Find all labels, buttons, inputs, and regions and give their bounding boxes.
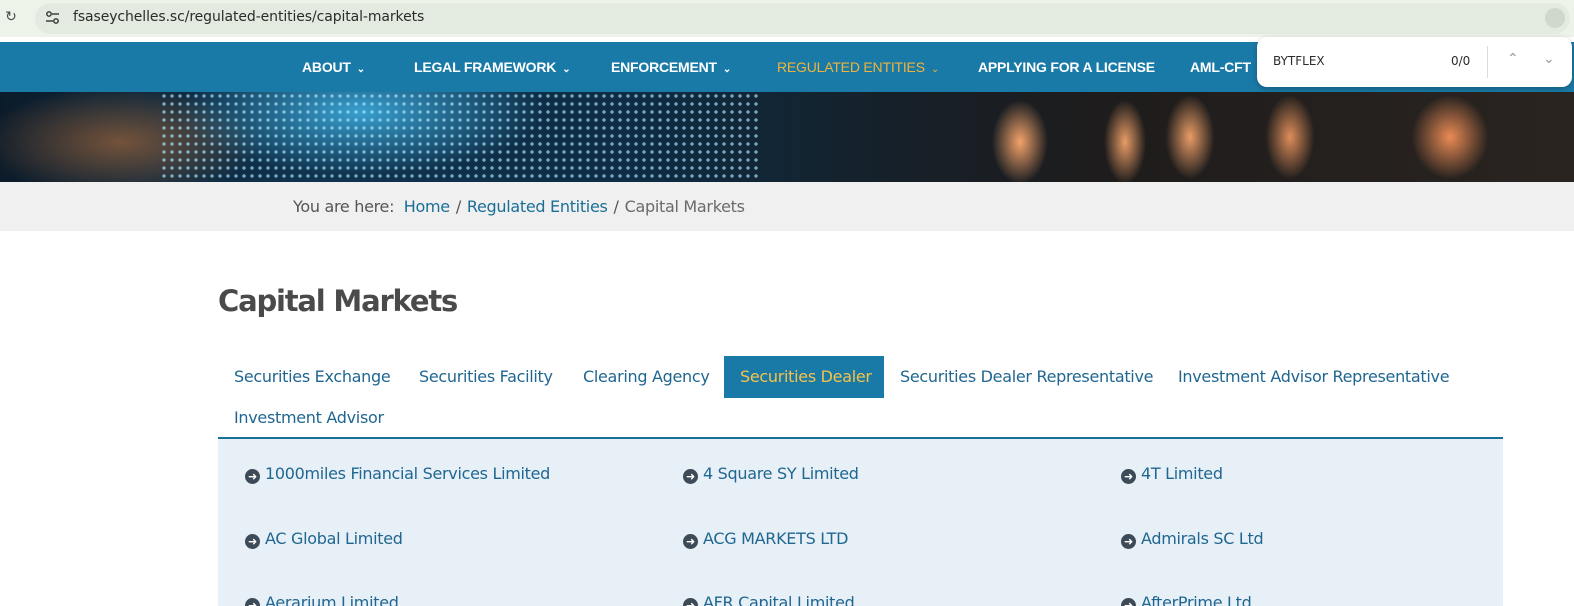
browser-toolbar: ↻ fsaseychelles.sc/regulated-entities/ca… [0, 0, 1574, 37]
chevron-down-icon: ⌄ [722, 64, 732, 75]
list-item[interactable]: ➜ Aerarium Limited [245, 593, 399, 606]
chevron-up-icon[interactable]: ⌃ [1507, 51, 1519, 67]
breadcrumb-home[interactable]: Home [404, 197, 450, 216]
chevron-down-icon[interactable]: ⌄ [1543, 51, 1555, 67]
nav-item-regulated-entities[interactable]: REGULATED ENTITIES ⌄ [777, 59, 939, 75]
entity-name: ACG MARKETS LTD [703, 529, 849, 548]
chevron-down-icon: ⌄ [562, 64, 571, 75]
list-item[interactable]: ➜ Admirals SC Ltd [1121, 529, 1264, 549]
arrow-circle-right-icon: ➜ [245, 534, 260, 549]
arrow-circle-right-icon: ➜ [683, 598, 698, 606]
nav-item-label: LEGAL FRAMEWORK [414, 59, 557, 75]
breadcrumb-prefix: You are here: [293, 197, 395, 216]
list-item[interactable]: ➜ AFR Capital Limited [683, 593, 855, 606]
nav-item-aml-cft[interactable]: AML-CFT [1190, 59, 1251, 75]
entity-name: AC Global Limited [265, 529, 403, 548]
list-item[interactable]: ➜ 4T Limited [1121, 464, 1223, 484]
chevron-down-icon: ⌄ [356, 64, 365, 75]
site-settings-icon[interactable] [44, 9, 62, 27]
list-item[interactable]: ➜ AfterPrime Ltd [1121, 593, 1252, 606]
list-item[interactable]: ➜ ACG MARKETS LTD [683, 529, 848, 549]
chevron-down-icon: ⌄ [930, 64, 940, 75]
arrow-circle-right-icon: ➜ [245, 598, 260, 606]
nav-item-label: REGULATED ENTITIES [777, 59, 925, 75]
arrow-circle-right-icon: ➜ [1121, 469, 1136, 484]
entity-name: 4T Limited [1141, 464, 1223, 483]
breadcrumb-current: Capital Markets [624, 197, 745, 216]
url-text[interactable]: fsaseychelles.sc/regulated-entities/capi… [73, 9, 424, 25]
arrow-circle-right-icon: ➜ [1121, 598, 1136, 606]
breadcrumb-separator: / [455, 197, 461, 216]
entity-name: Aerarium Limited [265, 593, 399, 606]
find-match-count: 0/0 [1451, 54, 1471, 68]
find-in-page-icon[interactable] [1545, 8, 1565, 28]
arrow-circle-right-icon: ➜ [1121, 534, 1136, 549]
breadcrumb: You are here: Home / Regulated Entities / Ca… [293, 197, 745, 216]
nav-item-label: ENFORCEMENT [611, 59, 717, 75]
find-bar: BYTFLEX 0/0 ⌃ ⌄ [1257, 37, 1572, 87]
entity-name: 1000miles Financial Services Limited [265, 464, 551, 483]
tab-securities-exchange[interactable]: Securities Exchange [218, 356, 406, 398]
nav-item-enforcement[interactable]: ENFORCEMENT ⌄ [611, 59, 731, 75]
reload-icon[interactable]: ↻ [3, 9, 19, 25]
entity-name: AfterPrime Ltd [1141, 593, 1252, 606]
tab-clearing-agency[interactable]: Clearing Agency [567, 356, 726, 398]
nav-item-legal-framework[interactable]: LEGAL FRAMEWORK ⌄ [414, 59, 571, 75]
list-item[interactable]: ➜ 4 Square SY Limited [683, 464, 859, 484]
entity-name: Admirals SC Ltd [1141, 529, 1264, 548]
arrow-circle-right-icon: ➜ [245, 469, 260, 484]
find-input[interactable]: BYTFLEX [1273, 54, 1325, 68]
list-item[interactable]: ➜ 1000miles Financial Services Limited [245, 464, 550, 484]
arrow-circle-right-icon: ➜ [683, 469, 698, 484]
arrow-circle-right-icon: ➜ [683, 534, 698, 549]
breadcrumb-separator: / [613, 197, 619, 216]
tab-securities-dealer[interactable]: Securities Dealer [724, 356, 884, 398]
entity-name: 4 Square SY Limited [703, 464, 859, 483]
tab-investment-advisor[interactable]: Investment Advisor [218, 397, 400, 439]
nav-item-applying-for-license[interactable]: APPLYING FOR A LICENSE [978, 59, 1155, 75]
nav-item-label: ABOUT [302, 59, 351, 75]
page-title: Capital Markets [218, 284, 458, 318]
banner-led-pattern [160, 92, 760, 182]
breadcrumb-regulated-entities[interactable]: Regulated Entities [467, 197, 608, 216]
hero-banner-image [0, 92, 1574, 182]
tab-investment-advisor-representative[interactable]: Investment Advisor Representative [1162, 356, 1465, 398]
nav-item-about[interactable]: ABOUT ⌄ [302, 59, 365, 75]
breadcrumb-bar: You are here: Home / Regulated Entities / Ca… [0, 182, 1574, 231]
divider [1487, 46, 1488, 78]
entity-name: AFR Capital Limited [703, 593, 855, 606]
entity-list: ➜ 1000miles Financial Services Limited ➜ 4… [218, 439, 1503, 606]
tab-securities-dealer-representative[interactable]: Securities Dealer Representative [884, 356, 1169, 398]
list-item[interactable]: ➜ AC Global Limited [245, 529, 403, 549]
tab-securities-facility[interactable]: Securities Facility [403, 356, 569, 398]
